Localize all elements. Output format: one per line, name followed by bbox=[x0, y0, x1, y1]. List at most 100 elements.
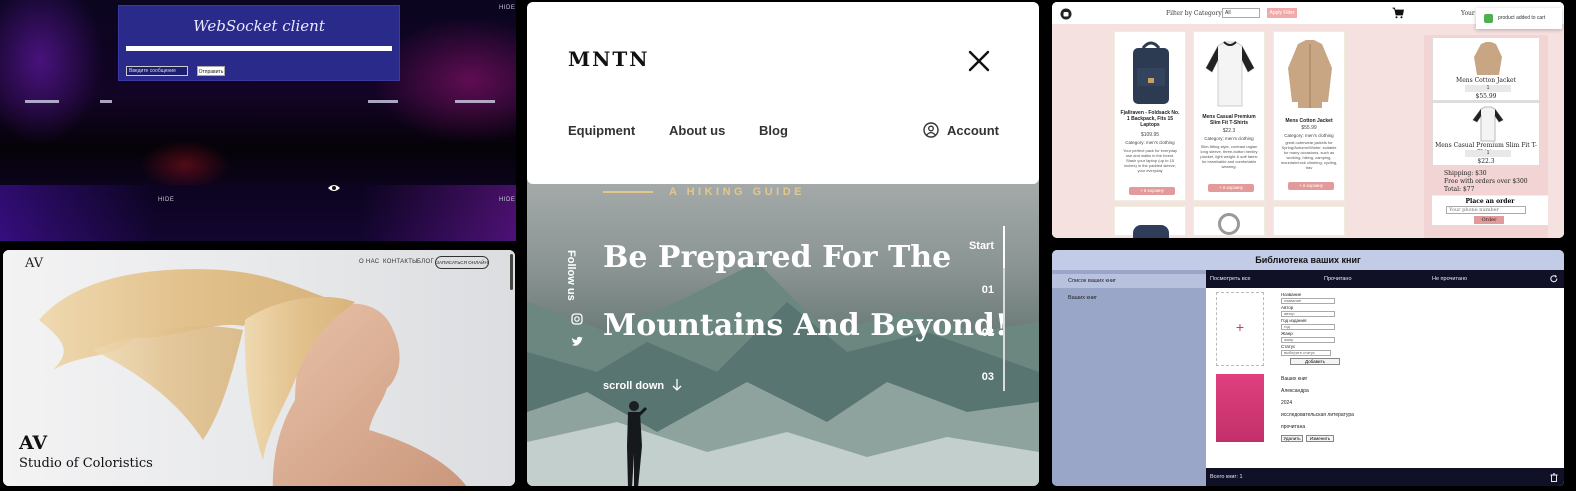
signup-button[interactable]: ЗАПИСАТЬСЯ ОНЛАЙН bbox=[435, 256, 489, 269]
tshirt-thumbnail bbox=[1472, 106, 1504, 142]
arrow-down-icon bbox=[672, 379, 682, 391]
cart-icon[interactable] bbox=[1392, 7, 1404, 19]
tab-all[interactable]: Посмотреть все bbox=[1210, 276, 1251, 282]
store-logo-icon[interactable] bbox=[1060, 8, 1072, 20]
nav-blog[interactable]: БЛОГ bbox=[417, 259, 434, 265]
brand-logo[interactable]: MNTN bbox=[568, 47, 650, 71]
quantity-stepper[interactable]: 1 bbox=[1465, 85, 1511, 92]
toast-notification: product added to cart bbox=[1476, 8, 1562, 29]
product-card: Mens Cotton Jacket $55.99 Category: men'… bbox=[1273, 31, 1345, 201]
author-input[interactable]: автор bbox=[1281, 311, 1335, 317]
hiker-figure bbox=[627, 401, 647, 486]
sidenav-03[interactable]: 03 bbox=[982, 371, 994, 383]
tab-unread[interactable]: Не прочитано bbox=[1432, 276, 1467, 282]
light-strip bbox=[25, 100, 59, 103]
add-to-cart-button[interactable]: + в корзину bbox=[1129, 187, 1175, 195]
delete-book-button[interactable]: Удалить bbox=[1281, 435, 1303, 442]
product-category: Category: men's clothing bbox=[1284, 133, 1334, 138]
twitter-icon[interactable] bbox=[571, 336, 583, 348]
library-panel: Библиотека ваших книг Список ваших книг … bbox=[1052, 250, 1564, 486]
shipping-label: Shipping: $30 bbox=[1444, 170, 1487, 177]
product-card: Fjallraven - Foldsack No. 1 Backpack, Fi… bbox=[1114, 31, 1186, 201]
websocket-dialog: WebSocket client Введите сообщение Отпра… bbox=[118, 5, 400, 81]
product-title: Fjallraven - Foldsack No. 1 Backpack, Fi… bbox=[1120, 110, 1180, 128]
follow-us-label: Follow us bbox=[565, 250, 577, 301]
form-label: Автор bbox=[1281, 305, 1294, 310]
add-cover-card[interactable]: + bbox=[1216, 292, 1264, 366]
brand-title: AV bbox=[19, 432, 48, 454]
cart-sidebar: Mens Cotton Jacket 1 $55.99 Mens Casual … bbox=[1424, 35, 1548, 238]
shop-panel: Filter by Category: All Apply Filter You… bbox=[1052, 2, 1564, 238]
check-icon bbox=[1484, 14, 1493, 23]
filter-label: Filter by Category: bbox=[1166, 10, 1224, 17]
sweater-image bbox=[1133, 225, 1169, 238]
apply-filter-button[interactable]: Apply Filter bbox=[1267, 8, 1297, 18]
account-icon[interactable] bbox=[923, 122, 939, 138]
product-description: great outerwear jackets for Spring/Autum… bbox=[1280, 140, 1338, 170]
sidebar-item-book[interactable]: Ваших книг bbox=[1068, 295, 1097, 301]
year-input[interactable]: год bbox=[1281, 324, 1335, 330]
status-select[interactable]: выберите статус bbox=[1281, 350, 1331, 356]
instagram-icon[interactable] bbox=[571, 313, 583, 325]
menu-equipment[interactable]: Equipment bbox=[568, 123, 635, 138]
websocket-panel: WebSocket client Введите сообщение Отпра… bbox=[0, 0, 516, 241]
form-label: Статус bbox=[1281, 344, 1296, 349]
category-select[interactable]: All bbox=[1222, 8, 1260, 18]
message-input[interactable]: Введите сообщение bbox=[126, 66, 188, 76]
book-status: прочитана bbox=[1281, 424, 1306, 430]
send-button[interactable]: Отправить bbox=[197, 66, 225, 76]
sidenav-01[interactable]: 01 bbox=[982, 284, 994, 296]
product-category: Category: men's clothing bbox=[1204, 136, 1254, 141]
headline-line-1: Be Prepared For The bbox=[603, 240, 952, 275]
books-total: Всего книг: 1 bbox=[1210, 474, 1243, 480]
scroll-down-link[interactable]: scroll down bbox=[603, 380, 664, 392]
websocket-title: WebSocket client bbox=[193, 17, 325, 35]
sidenav-02[interactable]: 02 bbox=[982, 327, 994, 339]
scrollbar[interactable] bbox=[510, 254, 513, 290]
genre-input[interactable]: жанр bbox=[1281, 337, 1335, 343]
headline-line-2: Mountains And Beyond! bbox=[603, 308, 1009, 343]
order-button[interactable]: Order bbox=[1474, 216, 1504, 224]
jacket-image bbox=[1288, 40, 1332, 108]
hide-toggle[interactable]: HIDE bbox=[158, 197, 174, 203]
product-price: $22.3 bbox=[1222, 128, 1236, 134]
side-progress-active bbox=[1003, 226, 1005, 268]
guide-label: A HIKING GUIDE bbox=[669, 186, 805, 198]
title-input[interactable]: название bbox=[1281, 298, 1335, 304]
close-icon[interactable] bbox=[967, 49, 991, 73]
add-book-button[interactable]: Добавить bbox=[1290, 358, 1340, 365]
form-label: Год издания bbox=[1281, 318, 1307, 323]
light-strip bbox=[368, 100, 398, 103]
cart-item: Mens Casual Premium Slim Fit T-Shirts 1 … bbox=[1432, 102, 1540, 166]
place-order-form: Place an order Your phone number Order bbox=[1432, 195, 1548, 225]
nav-contacts[interactable]: КОНТАКТЫ bbox=[383, 259, 418, 265]
studio-panel: AV О НАС КОНТАКТЫ БЛОГ ЗАПИСАТЬСЯ ОНЛАЙН… bbox=[3, 250, 515, 486]
sidebar-item-books[interactable]: Список ваших книг bbox=[1052, 274, 1206, 288]
menu-about[interactable]: About us bbox=[669, 123, 725, 138]
product-price: $109.95 bbox=[1140, 132, 1160, 138]
phone-input[interactable]: Your phone number bbox=[1446, 206, 1526, 214]
book-genre: исследовательская литература bbox=[1281, 412, 1354, 418]
hide-toggle[interactable]: HIDE bbox=[499, 197, 515, 203]
trash-icon[interactable] bbox=[1550, 473, 1558, 482]
tab-read[interactable]: Прочитано bbox=[1324, 276, 1352, 282]
edit-book-button[interactable]: Изменить bbox=[1306, 435, 1334, 442]
add-to-cart-button[interactable]: + в корзину bbox=[1288, 182, 1334, 190]
product-description: Slim-fitting style, contrast raglan long… bbox=[1200, 144, 1258, 169]
product-description: Your perfect pack for everyday use and w… bbox=[1122, 148, 1178, 173]
message-log bbox=[126, 46, 392, 51]
nav-about[interactable]: О НАС bbox=[359, 259, 379, 265]
quantity-stepper[interactable]: 1 bbox=[1465, 150, 1511, 157]
logo[interactable]: AV bbox=[25, 256, 43, 271]
book-title: Ваших книг bbox=[1281, 376, 1308, 382]
sidenav-start[interactable]: Start bbox=[969, 240, 994, 252]
refresh-icon[interactable] bbox=[1550, 275, 1558, 283]
red-glow bbox=[140, 140, 230, 190]
cart-item-price: $22.3 bbox=[1477, 158, 1495, 165]
total-label: Total: $77 bbox=[1444, 186, 1475, 193]
hide-toggle[interactable]: HIDE bbox=[499, 5, 515, 11]
menu-account[interactable]: Account bbox=[947, 123, 999, 138]
eye-icon[interactable] bbox=[327, 183, 341, 193]
add-to-cart-button[interactable]: + в корзину bbox=[1208, 184, 1254, 192]
menu-blog[interactable]: Blog bbox=[759, 123, 788, 138]
